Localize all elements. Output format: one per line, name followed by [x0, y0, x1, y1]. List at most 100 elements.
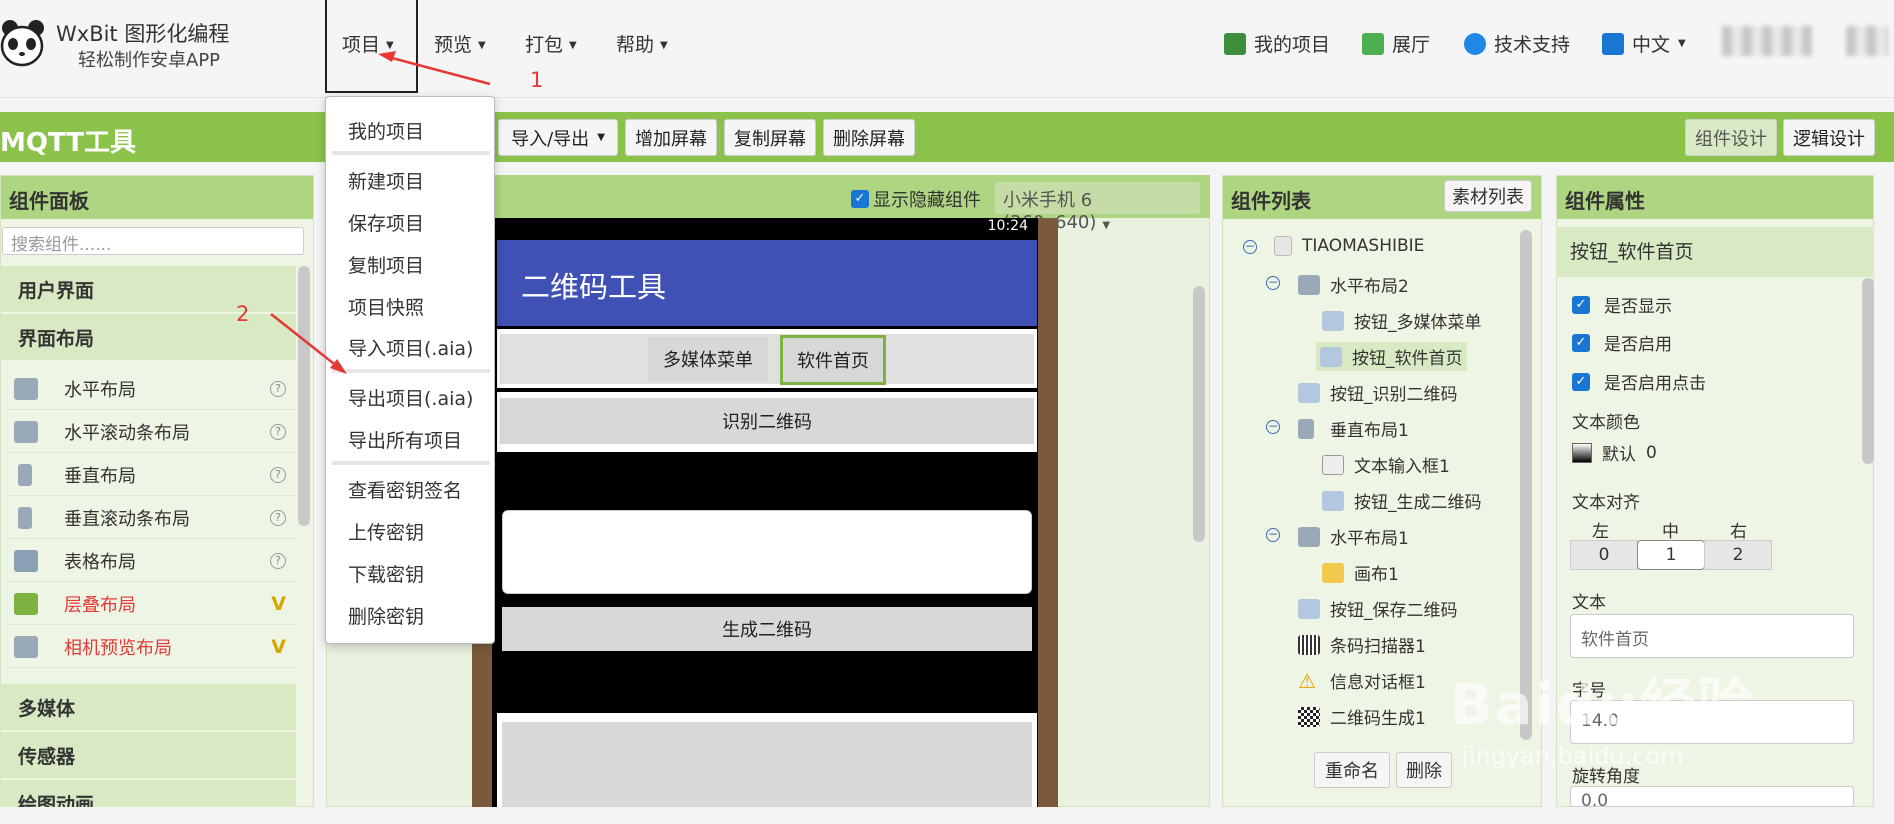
- hall-link[interactable]: 展厅: [1362, 30, 1430, 57]
- scan-qrcode-button[interactable]: 识别二维码: [500, 398, 1034, 444]
- tree-screen[interactable]: TIAOMASHIBIE: [1274, 236, 1424, 256]
- tree-hbox2[interactable]: 水平布局2: [1298, 272, 1409, 297]
- category-media[interactable]: 多媒体: [0, 684, 296, 730]
- palette-item-hbox[interactable]: 水平布局?: [6, 368, 296, 410]
- user-menu[interactable]: [1846, 26, 1888, 56]
- annotation-number-1: 1: [530, 68, 544, 92]
- palette-item-label: 相机预览布局: [64, 637, 172, 659]
- user-avatar[interactable]: [1722, 26, 1812, 56]
- checkbox-checked-icon[interactable]: ✓: [851, 190, 869, 208]
- category-layout[interactable]: 界面布局: [0, 314, 296, 360]
- prop-text-input[interactable]: 软件首页: [1570, 614, 1854, 658]
- tree-barcode-scanner[interactable]: 条码扫描器1: [1298, 632, 1426, 657]
- multimedia-menu-button[interactable]: 多媒体菜单: [648, 337, 768, 381]
- category-drawing[interactable]: 绘图动画: [0, 780, 296, 807]
- menu-delete-keystore[interactable]: 删除密钥: [348, 602, 424, 629]
- vip-badge: V: [271, 592, 286, 615]
- copy-screen-button[interactable]: 复制屏幕: [724, 119, 816, 156]
- assets-list-button[interactable]: 素材列表: [1444, 180, 1532, 212]
- nav-help-menu[interactable]: 帮助 ▼: [616, 30, 668, 57]
- prop-text-color-picker[interactable]: 默认 0: [1572, 440, 1657, 465]
- designer-button[interactable]: 组件设计: [1685, 119, 1777, 156]
- menu-export-all[interactable]: 导出所有项目: [348, 426, 462, 453]
- nav-preview-menu[interactable]: 预览 ▼: [434, 30, 486, 57]
- home-button[interactable]: 软件首页: [780, 335, 886, 385]
- barcode-icon: [1298, 634, 1320, 655]
- tree-qrcode-gen[interactable]: 二维码生成1: [1298, 704, 1426, 729]
- generate-qrcode-button[interactable]: 生成二维码: [502, 607, 1032, 651]
- tree-hbox1[interactable]: 水平布局1: [1298, 524, 1409, 549]
- language-select[interactable]: 中文 ▼: [1602, 30, 1686, 57]
- palette-search-input[interactable]: 搜索组件......: [2, 227, 304, 255]
- tree-btn-home[interactable]: 按钮_软件首页: [1316, 342, 1467, 371]
- palette-item-vscroll[interactable]: 垂直滚动条布局?: [6, 497, 296, 539]
- checkbox-checked-icon[interactable]: ✓: [1572, 372, 1590, 391]
- prop-clickable[interactable]: ✓ 是否启用点击: [1572, 369, 1706, 394]
- device-select[interactable]: 小米手机 6 (360x640)▼: [995, 182, 1200, 233]
- viewer-scrollbar[interactable]: [1193, 286, 1205, 542]
- menu-copy-project[interactable]: 复制项目: [348, 251, 424, 278]
- help-icon[interactable]: ?: [270, 509, 286, 526]
- tree-vbox1[interactable]: 垂直布局1: [1298, 416, 1409, 441]
- menu-view-keystore-signature[interactable]: 查看密钥签名: [348, 476, 462, 503]
- menu-save-project[interactable]: 保存项目: [348, 209, 424, 236]
- blocks-button[interactable]: 逻辑设计: [1783, 119, 1875, 156]
- menu-export-aia[interactable]: 导出项目(.aia): [348, 384, 473, 411]
- palette-item-vbox[interactable]: 垂直布局?: [6, 454, 296, 496]
- checkbox-checked-icon[interactable]: ✓: [1572, 333, 1590, 352]
- align-center-button[interactable]: 1: [1637, 540, 1705, 570]
- my-projects-link[interactable]: 我的项目: [1224, 30, 1330, 57]
- button-icon: [1322, 310, 1344, 331]
- palette-item-hscroll[interactable]: 水平滚动条布局?: [6, 411, 296, 453]
- category-sensors[interactable]: 传感器: [0, 732, 296, 778]
- prop-visible[interactable]: ✓ 是否显示: [1572, 292, 1672, 317]
- tree-notifier[interactable]: ⚠ 信息对话框1: [1298, 668, 1426, 694]
- palette-item-camera[interactable]: 相机预览布局 V: [6, 626, 296, 668]
- prop-enabled[interactable]: ✓ 是否启用: [1572, 330, 1672, 355]
- help-icon[interactable]: ?: [270, 380, 286, 397]
- menu-download-keystore[interactable]: 下载密钥: [348, 560, 424, 587]
- properties-scrollbar[interactable]: [1862, 278, 1874, 464]
- menu-import-aia[interactable]: 导入项目(.aia): [348, 334, 473, 361]
- collapse-icon[interactable]: −: [1243, 240, 1257, 254]
- import-export-button[interactable]: 导入/导出 ▼: [498, 119, 618, 156]
- collapse-icon[interactable]: −: [1266, 276, 1280, 290]
- collapse-icon[interactable]: −: [1266, 528, 1280, 542]
- text-input-box[interactable]: [502, 510, 1032, 594]
- menu-my-projects[interactable]: 我的项目: [348, 117, 424, 144]
- tree-btn-generate[interactable]: 按钮_生成二维码: [1322, 488, 1482, 513]
- tree-btn-save[interactable]: 按钮_保存二维码: [1298, 596, 1458, 621]
- canvas-component[interactable]: [502, 722, 1032, 807]
- align-right-button[interactable]: 2: [1704, 540, 1772, 570]
- menu-project-snapshot[interactable]: 项目快照: [348, 293, 424, 320]
- help-icon[interactable]: ?: [270, 552, 286, 569]
- help-icon[interactable]: ?: [270, 466, 286, 483]
- prop-rotation-input[interactable]: 0.0: [1570, 786, 1854, 807]
- show-hidden-label: 显示隐藏组件: [873, 190, 981, 211]
- nav-project-menu[interactable]: 项目 ▼: [342, 30, 394, 57]
- camera-icon: [14, 635, 38, 658]
- delete-screen-button[interactable]: 删除屏幕: [823, 119, 915, 156]
- panda-logo-icon[interactable]: [0, 18, 44, 70]
- nav-build-menu[interactable]: 打包 ▼: [525, 30, 577, 57]
- tree-canvas1[interactable]: 画布1: [1322, 560, 1399, 585]
- palette-item-stack[interactable]: 层叠布局 V: [6, 583, 296, 625]
- tree-label: 条码扫描器1: [1330, 637, 1426, 657]
- help-icon[interactable]: ?: [270, 423, 286, 440]
- rename-button[interactable]: 重命名: [1314, 752, 1390, 788]
- align-left-button[interactable]: 0: [1570, 540, 1638, 570]
- collapse-icon[interactable]: −: [1266, 420, 1280, 434]
- add-screen-button[interactable]: 增加屏幕: [625, 119, 717, 156]
- tree-btn-multimedia[interactable]: 按钮_多媒体菜单: [1322, 308, 1482, 333]
- menu-upload-keystore[interactable]: 上传密钥: [348, 518, 424, 545]
- menu-new-project[interactable]: 新建项目: [348, 167, 424, 194]
- support-link[interactable]: 技术支持: [1464, 30, 1570, 57]
- delete-component-button[interactable]: 删除: [1396, 752, 1452, 788]
- checkbox-checked-icon[interactable]: ✓: [1572, 295, 1590, 314]
- palette-scrollbar[interactable]: [298, 266, 310, 526]
- palette-item-table[interactable]: 表格布局?: [6, 540, 296, 582]
- category-user-interface[interactable]: 用户界面: [0, 266, 296, 312]
- show-hidden-toggle[interactable]: ✓ 显示隐藏组件: [851, 186, 981, 212]
- tree-textbox1[interactable]: 文本输入框1: [1322, 452, 1450, 477]
- tree-btn-scan[interactable]: 按钮_识别二维码: [1298, 380, 1458, 405]
